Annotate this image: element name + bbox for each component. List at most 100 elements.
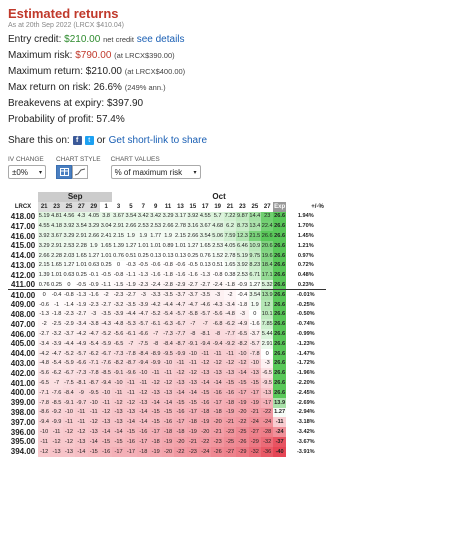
return-cell: -27 bbox=[223, 446, 237, 457]
return-cell: -4.4 bbox=[161, 299, 175, 310]
return-cell: -23 bbox=[186, 446, 200, 457]
see-details-link[interactable]: see details bbox=[137, 34, 185, 45]
return-cell: -12 bbox=[50, 436, 63, 447]
return-cell: -7 bbox=[149, 329, 162, 339]
return-cell: 1.39 bbox=[112, 240, 125, 251]
return-cell: -10 bbox=[38, 427, 51, 437]
table-style-button[interactable] bbox=[56, 165, 72, 179]
return-cell: 0.63 bbox=[62, 270, 76, 281]
twitter-icon[interactable]: t bbox=[84, 136, 94, 145]
entry-cost-suffix: net credit bbox=[103, 35, 134, 44]
expiry-cell: 26.6 bbox=[273, 358, 286, 369]
expiry-cell: 1.27 bbox=[273, 407, 286, 418]
return-cell: -1.8 bbox=[236, 299, 249, 310]
pop-value: 57.4% bbox=[96, 114, 125, 125]
expiry-cell: 26.6 bbox=[273, 240, 286, 251]
day-header: 25 bbox=[62, 201, 76, 212]
strike-price: 404.00 bbox=[10, 349, 36, 359]
chart-values-select[interactable]: % of maximum risk ▾ bbox=[110, 165, 201, 179]
return-cell: -0.5 bbox=[99, 270, 113, 281]
return-cell: 3.16 bbox=[186, 221, 200, 232]
return-cell: -10 bbox=[186, 348, 200, 359]
expiry-cell: -40 bbox=[273, 446, 286, 457]
return-cell: -16 bbox=[124, 436, 138, 447]
return-cell: -3 bbox=[261, 358, 274, 369]
return-cell: -28 bbox=[261, 427, 274, 437]
return-cell: -1.6 bbox=[248, 319, 262, 330]
return-cell: 2.03 bbox=[62, 250, 76, 261]
return-cell: -13 bbox=[186, 378, 200, 388]
return-cell: 1.01 bbox=[99, 250, 113, 261]
pop-line: Probability of profit: 57.4% bbox=[8, 114, 468, 125]
iv-change-select[interactable]: ±0% ▾ bbox=[8, 165, 46, 179]
return-cell: -12 bbox=[174, 368, 187, 379]
return-cell: -6.5 bbox=[112, 338, 125, 349]
return-cell: 2.91 bbox=[75, 231, 88, 241]
return-cell: 0 bbox=[112, 260, 125, 271]
return-cell: -4.3 bbox=[99, 319, 113, 330]
return-cell: -7.8 bbox=[87, 368, 100, 379]
strike-price: 414.00 bbox=[10, 251, 36, 261]
return-cell: -3.2 bbox=[50, 329, 63, 339]
return-cell: 1.65 bbox=[223, 260, 237, 271]
table-row: 401.00 -6.5 -7 -7.5 -8.1 -8.7 -9.4 -10 -11 -11 -12… bbox=[8, 378, 326, 388]
table-row: 416.00 3.92 3.67 3.29 2.91 2.66 2.41 2.15 1.9 1.9… bbox=[8, 231, 326, 241]
return-cell: -18 bbox=[161, 427, 175, 437]
return-cell: -3.2 bbox=[112, 299, 125, 310]
return-cell: -18 bbox=[199, 407, 212, 418]
return-cell: -3.7 bbox=[62, 329, 76, 339]
return-cell: -6.6 bbox=[75, 358, 88, 369]
return-cell: 2.28 bbox=[50, 250, 63, 261]
return-cell: -12 bbox=[149, 378, 162, 388]
return-cell: 12.3 bbox=[236, 231, 249, 241]
table-row: 399.00 -7.8 -8.5 -9.1 -9.7 -10 -11 -12 -12 -13 -14… bbox=[8, 397, 326, 408]
return-cell: -15 bbox=[149, 417, 162, 428]
expiry-cell: 26.6 bbox=[273, 211, 286, 222]
return-cell: -0.8 bbox=[211, 270, 224, 281]
return-cell: 3.42 bbox=[137, 211, 150, 222]
day-header: 5 bbox=[129, 203, 133, 210]
return-cell: 26.6 bbox=[261, 231, 274, 241]
facebook-icon[interactable]: f bbox=[72, 136, 82, 145]
return-cell: -11 bbox=[124, 387, 138, 398]
return-cell: -0.5 bbox=[186, 260, 200, 271]
table-row: 417.00 4.55 4.18 3.92 3.54 3.29 3.04 2.91 2.66 2.… bbox=[8, 221, 326, 232]
return-cell: -0.5 bbox=[75, 280, 88, 290]
expiry-cell: 13.9 bbox=[273, 397, 286, 408]
return-cell: 0 bbox=[62, 280, 76, 290]
return-cell: -8.2 bbox=[236, 338, 249, 349]
return-cell: -17 bbox=[261, 397, 274, 408]
strike-header: LRCX bbox=[14, 203, 32, 210]
return-cell: 1.65 bbox=[199, 240, 212, 251]
day-header-row: LRCX 21 23 25 27 29 1 3 5 7 9 11 13 15 17 19 21 23 25 27 Exp… bbox=[8, 201, 326, 212]
return-cell: -8 bbox=[186, 329, 200, 339]
return-cell: -15 bbox=[161, 407, 175, 418]
strike-price: 395.00 bbox=[10, 437, 36, 447]
strike-price: 417.00 bbox=[10, 221, 36, 231]
price-change-cell: -2.94% bbox=[296, 409, 315, 416]
breakeven-value: $397.90 bbox=[106, 98, 144, 109]
short-link-button[interactable]: Get short-link to share bbox=[109, 135, 207, 146]
return-cell: -18 bbox=[211, 407, 224, 418]
return-cell: -3.4 bbox=[223, 299, 237, 310]
return-cell: 4.56 bbox=[62, 211, 76, 222]
expiry-cell: 26.6 bbox=[273, 338, 286, 349]
return-cell: -7 bbox=[124, 338, 138, 349]
line-style-button[interactable] bbox=[72, 165, 88, 179]
return-cell: 20.6 bbox=[261, 240, 274, 251]
return-cell: -15 bbox=[199, 387, 212, 398]
return-cell: -0.4 bbox=[236, 289, 249, 300]
return-cell: 2.28 bbox=[75, 240, 88, 251]
return-cell: -9.5 bbox=[261, 378, 274, 388]
strike-price: 397.00 bbox=[10, 417, 36, 427]
chart-style-label: CHART STYLE bbox=[56, 156, 101, 163]
return-cell: -20 bbox=[236, 407, 249, 418]
return-cell: -20 bbox=[199, 427, 212, 437]
return-cell: -9.4 bbox=[38, 417, 51, 428]
return-cell: -7.7 bbox=[174, 329, 187, 339]
table-row: 395.00 -11 -12 -12 -13 -14 -15 -15 -16 -17 -18 -19-… bbox=[8, 436, 326, 447]
chart-style-buttons bbox=[56, 165, 101, 179]
return-cell: 5.7 bbox=[211, 211, 224, 222]
return-cell: -13 bbox=[112, 417, 125, 428]
return-cell: -7.3 bbox=[112, 348, 125, 359]
